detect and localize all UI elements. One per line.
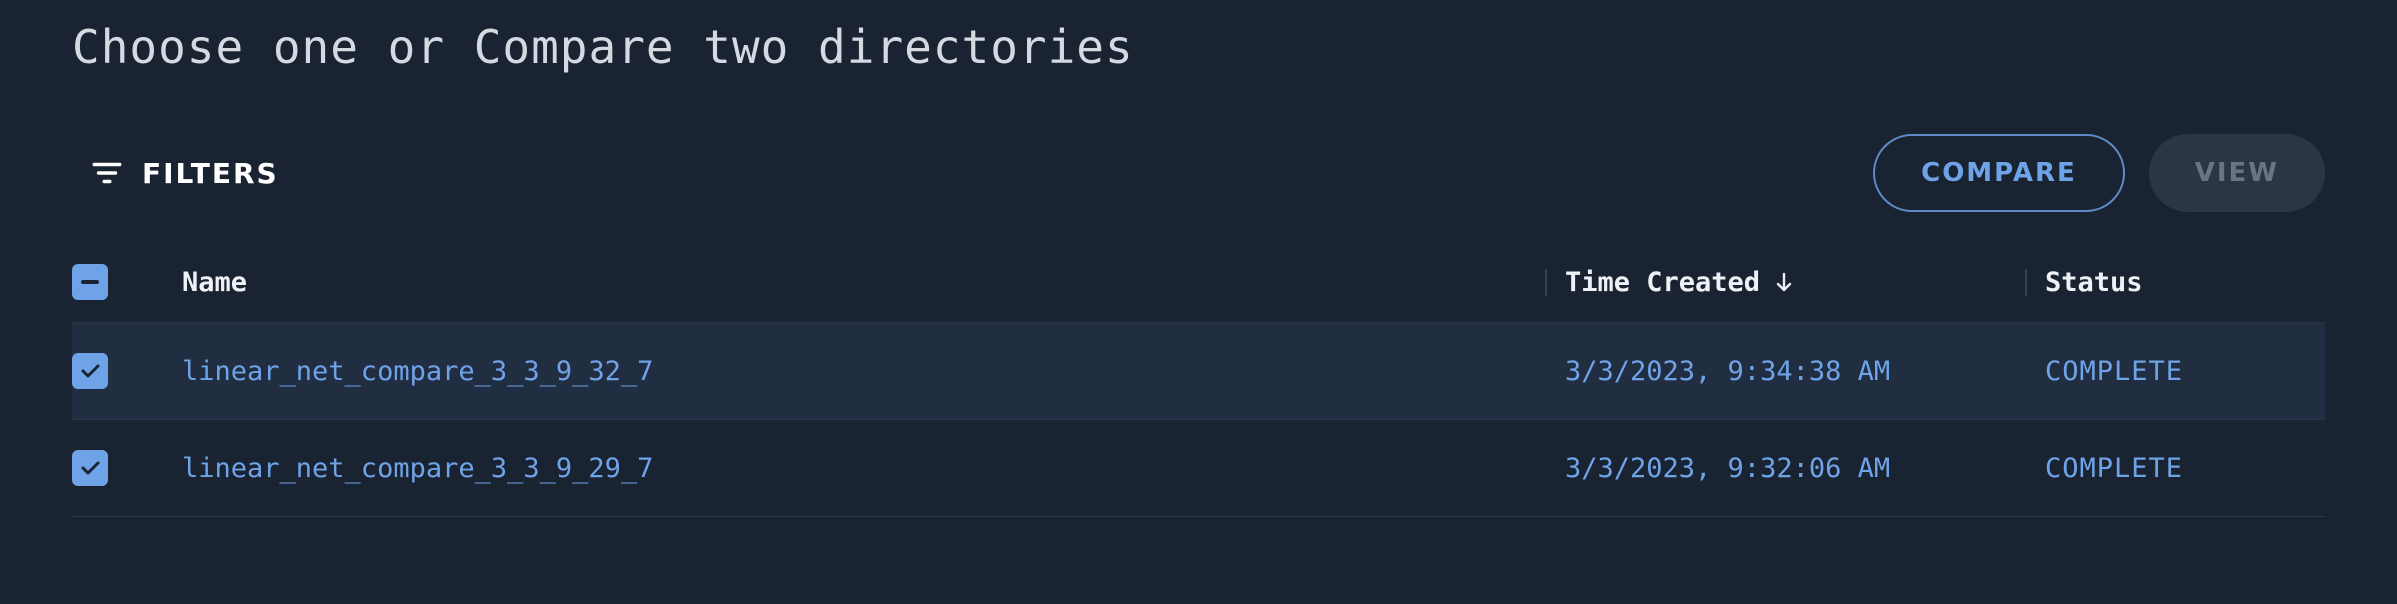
view-button: VIEW xyxy=(2149,134,2325,212)
column-header-name[interactable]: Name xyxy=(182,267,1545,298)
table-row[interactable]: linear_net_compare_3_3_9_32_7 3/3/2023, … xyxy=(72,323,2325,420)
row-checkbox[interactable] xyxy=(72,450,108,486)
row-time-created: 3/3/2023, 9:32:06 AM xyxy=(1565,453,2025,484)
row-status: COMPLETE xyxy=(2045,356,2325,387)
column-divider xyxy=(1545,269,1547,296)
compare-button[interactable]: COMPARE xyxy=(1873,134,2125,212)
filters-button[interactable]: FILTERS xyxy=(90,156,279,190)
sort-descending-icon xyxy=(1772,270,1796,294)
column-header-time-created[interactable]: Time Created xyxy=(1565,267,2025,298)
check-icon xyxy=(78,359,102,383)
column-header-name-label: Name xyxy=(182,267,247,298)
table-header-row: Name Time Created Status xyxy=(72,242,2325,323)
indeterminate-icon xyxy=(81,280,99,284)
row-status: COMPLETE xyxy=(2045,453,2325,484)
row-name: linear_net_compare_3_3_9_32_7 xyxy=(182,356,1545,387)
check-icon xyxy=(78,456,102,480)
column-header-status-label: Status xyxy=(2045,267,2143,298)
directory-table: Name Time Created Status linear_net_comp… xyxy=(0,242,2397,517)
header-checkbox-cell xyxy=(72,264,162,300)
column-header-status[interactable]: Status xyxy=(2045,267,2325,298)
filters-label: FILTERS xyxy=(142,157,279,190)
toolbar: FILTERS COMPARE VIEW xyxy=(0,74,2397,242)
row-time-created: 3/3/2023, 9:34:38 AM xyxy=(1565,356,2025,387)
action-buttons: COMPARE VIEW xyxy=(1873,134,2325,212)
row-checkbox[interactable] xyxy=(72,353,108,389)
select-all-checkbox[interactable] xyxy=(72,264,108,300)
column-header-time-created-label: Time Created xyxy=(1565,267,1760,298)
column-divider xyxy=(2025,269,2027,296)
row-name: linear_net_compare_3_3_9_29_7 xyxy=(182,453,1545,484)
page-title: Choose one or Compare two directories xyxy=(0,0,2397,74)
row-checkbox-cell xyxy=(72,450,162,486)
row-checkbox-cell xyxy=(72,353,162,389)
filter-icon xyxy=(90,156,124,190)
table-row[interactable]: linear_net_compare_3_3_9_29_7 3/3/2023, … xyxy=(72,420,2325,517)
